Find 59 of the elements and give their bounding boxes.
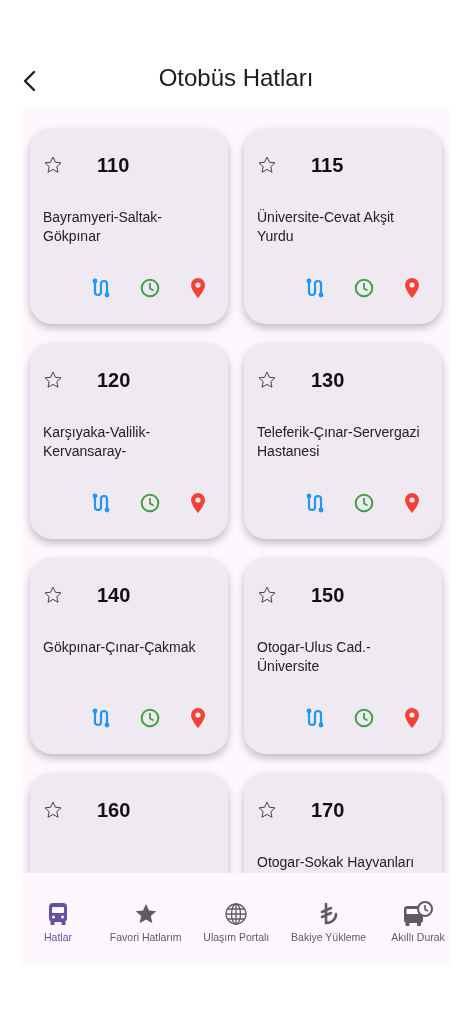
line-number: 170 [311, 798, 345, 823]
nav-tab[interactable]: Bakiye Yükleme [291, 901, 367, 965]
route-name: Teleferik-Çınar-Servergazi Hastanesi [257, 423, 421, 461]
clock-icon[interactable] [140, 278, 160, 298]
route-name: Otogar-Sokak Hayvanları [257, 853, 416, 872]
star-icon[interactable] [257, 585, 277, 605]
clock-icon[interactable] [354, 708, 374, 728]
route-icon[interactable] [306, 493, 324, 513]
location-pin-icon[interactable] [404, 278, 420, 298]
location-pin-icon[interactable] [190, 278, 206, 298]
star-icon[interactable] [43, 155, 63, 175]
nav-tab[interactable]: Ulaşım Portalı [203, 901, 270, 965]
nav-tab[interactable]: Hatlar [28, 901, 88, 965]
line-number: 120 [97, 368, 131, 393]
route-icon[interactable] [306, 708, 324, 728]
line-number: 130 [311, 368, 345, 393]
page-title: Otobüs Hatları [158, 64, 314, 93]
route-icon[interactable] [92, 278, 110, 298]
bus-icon [47, 901, 69, 927]
location-pin-icon[interactable] [190, 708, 206, 728]
route-name: Bayramyeri-Saltak-Gökpınar [43, 208, 164, 246]
location-pin-icon[interactable] [404, 493, 420, 513]
star-icon[interactable] [257, 155, 277, 175]
lira-icon [318, 901, 339, 927]
star-icon[interactable] [43, 370, 63, 390]
clock-icon[interactable] [140, 493, 160, 513]
nav-tab[interactable]: Akıllı Durak [388, 901, 448, 965]
route-card[interactable]: 115 Üniversite-Cevat Akşit Yurdu [244, 128, 442, 324]
route-card[interactable]: 110 Bayramyeri-Saltak-Gökpınar [30, 128, 228, 324]
line-number: 115 [311, 153, 344, 178]
route-name: Otogar-Ulus Cad.-Üniversite [257, 638, 372, 676]
route-card[interactable]: 120 Karşıyaka-Valilik-Kervansaray- [30, 343, 228, 539]
location-pin-icon[interactable] [404, 708, 420, 728]
bus-clock-icon [403, 901, 433, 927]
line-number: 140 [97, 583, 131, 608]
route-card[interactable]: 130 Teleferik-Çınar-Servergazi Hastanesi [244, 343, 442, 539]
star-icon[interactable] [43, 585, 63, 605]
route-card[interactable]: 160 [30, 773, 228, 873]
star-icon[interactable] [257, 370, 277, 390]
clock-icon[interactable] [354, 278, 374, 298]
clock-icon[interactable] [140, 708, 160, 728]
line-number: 160 [97, 798, 131, 823]
star-icon[interactable] [43, 800, 63, 820]
route-card[interactable]: 150 Otogar-Ulus Cad.-Üniversite [244, 558, 442, 754]
route-icon[interactable] [306, 278, 324, 298]
route-card[interactable]: 170 Otogar-Sokak Hayvanları [244, 773, 442, 873]
nav-tab[interactable]: Favori Hatlarım [109, 901, 182, 965]
route-name: Üniversite-Cevat Akşit Yurdu [257, 208, 395, 246]
location-pin-icon[interactable] [190, 493, 206, 513]
route-icon[interactable] [92, 493, 110, 513]
route-icon[interactable] [92, 708, 110, 728]
line-number: 150 [311, 583, 345, 608]
route-name: Gökpınar-Çınar-Çakmak [43, 638, 197, 657]
globe-icon [224, 901, 249, 927]
line-number: 110 [97, 153, 130, 178]
star-icon[interactable] [257, 800, 277, 820]
clock-icon[interactable] [354, 493, 374, 513]
route-name: Karşıyaka-Valilik-Kervansaray- [43, 423, 152, 461]
route-card[interactable]: 140 Gökpınar-Çınar-Çakmak [30, 558, 228, 754]
